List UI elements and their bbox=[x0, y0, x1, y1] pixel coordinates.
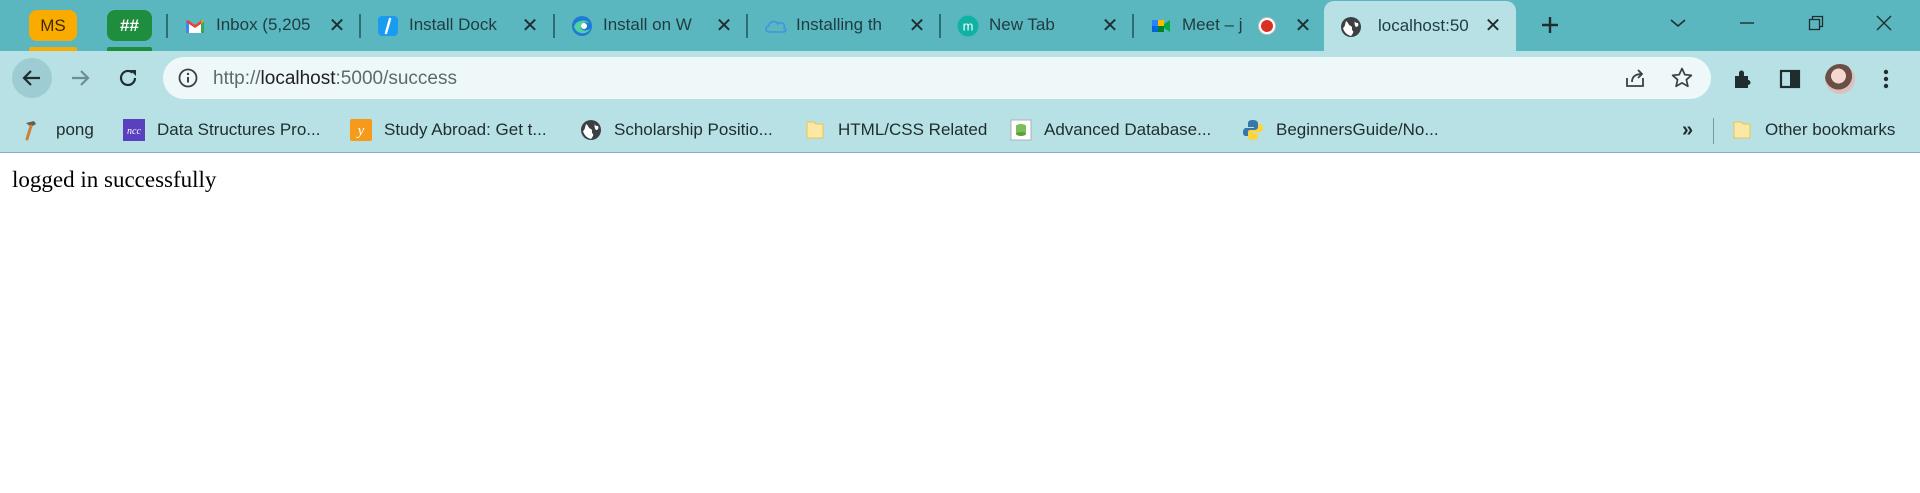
bookmark-star-icon[interactable] bbox=[1670, 66, 1694, 90]
folder-icon bbox=[804, 119, 826, 141]
bookmark-label: HTML/CSS Related bbox=[838, 120, 988, 139]
restore-icon[interactable] bbox=[1798, 8, 1834, 38]
bookmark-label: Data Structures Pro... bbox=[157, 120, 321, 139]
url-prefix: http:// bbox=[213, 68, 261, 89]
tab-group-hash[interactable]: ## bbox=[107, 10, 152, 41]
bookmark-data-structures[interactable]: ncc Data Structures Pro... bbox=[123, 107, 320, 153]
tab-separator bbox=[939, 14, 941, 38]
toolbar: http://localhost:5000/success bbox=[0, 51, 1920, 107]
globe-icon bbox=[580, 119, 602, 141]
forward-button[interactable] bbox=[60, 58, 100, 98]
tab-install-docker[interactable]: Install Dock ✕ bbox=[365, 0, 553, 51]
close-tab-icon[interactable]: ✕ bbox=[1098, 13, 1122, 37]
info-icon[interactable] bbox=[177, 67, 199, 89]
bookmarks-divider bbox=[1713, 118, 1714, 144]
hammer-icon bbox=[22, 119, 44, 141]
tab-group-label: MS bbox=[40, 15, 66, 35]
close-tab-icon[interactable]: ✕ bbox=[712, 13, 736, 37]
bookmarks-bar: pong ncc Data Structures Pro... y Study … bbox=[0, 107, 1920, 153]
close-tab-icon[interactable]: ✕ bbox=[518, 13, 542, 37]
bookmark-label: BeginnersGuide/No... bbox=[1276, 120, 1439, 139]
back-button[interactable] bbox=[12, 58, 52, 98]
page-content: logged in successfully bbox=[0, 154, 1920, 493]
edge-icon bbox=[571, 15, 593, 37]
bookmark-advanced-database[interactable]: Advanced Database... bbox=[1010, 107, 1211, 153]
close-tab-icon[interactable]: ✕ bbox=[1481, 13, 1505, 37]
bookmark-label: Scholarship Positio... bbox=[614, 120, 773, 139]
tab-installing[interactable]: Installing th ✕ bbox=[752, 0, 940, 51]
tab-localhost[interactable]: localhost:50 ✕ bbox=[1324, 1, 1516, 51]
tab-title: New Tab bbox=[989, 15, 1055, 34]
minimize-icon[interactable] bbox=[1729, 8, 1765, 38]
bookmark-label: Advanced Database... bbox=[1044, 120, 1212, 139]
menu-kebab-icon[interactable] bbox=[1872, 65, 1900, 93]
close-tab-icon[interactable]: ✕ bbox=[905, 13, 929, 37]
url-host: localhost bbox=[260, 68, 336, 89]
tab-title: Installing th bbox=[796, 15, 882, 34]
tab-separator bbox=[746, 14, 748, 38]
tab-title: Inbox (5,205 bbox=[216, 15, 311, 34]
bookmark-label: Study Abroad: Get t... bbox=[384, 120, 547, 139]
bookmark-other-bookmarks[interactable]: Other bookmarks bbox=[1731, 107, 1895, 153]
tab-search-icon[interactable] bbox=[1660, 8, 1696, 38]
bookmark-pong[interactable]: pong bbox=[22, 107, 94, 153]
recording-icon bbox=[1258, 17, 1276, 35]
tab-separator bbox=[359, 14, 361, 38]
side-panel-icon[interactable] bbox=[1776, 65, 1804, 93]
python-icon bbox=[1242, 119, 1264, 141]
close-window-icon[interactable] bbox=[1866, 8, 1902, 38]
tab-title: Meet – j bbox=[1182, 15, 1243, 34]
folder-icon bbox=[1731, 119, 1753, 141]
bookmarks-overflow-button[interactable]: » bbox=[1682, 119, 1693, 142]
tab-title: localhost:50 bbox=[1378, 16, 1469, 35]
address-bar[interactable]: http://localhost:5000/success bbox=[163, 57, 1711, 99]
arrow-right-icon bbox=[72, 70, 90, 86]
orange-logo-icon: y bbox=[350, 119, 372, 141]
bookmark-beginners-guide[interactable]: BeginnersGuide/No... bbox=[1242, 107, 1439, 153]
avatar[interactable] bbox=[1825, 64, 1855, 94]
svg-text:m: m bbox=[963, 19, 974, 34]
extensions-icon[interactable] bbox=[1729, 65, 1757, 93]
bookmark-scholarship[interactable]: Scholarship Positio... bbox=[580, 107, 773, 153]
m-icon: m bbox=[957, 15, 979, 37]
tab-group-ms[interactable]: MS bbox=[29, 10, 77, 41]
url-suffix: :5000/success bbox=[335, 68, 457, 89]
svg-text:y: y bbox=[356, 123, 365, 139]
tab-title: Install on W bbox=[603, 15, 692, 34]
gmail-icon bbox=[184, 15, 206, 37]
close-tab-icon[interactable]: ✕ bbox=[1291, 13, 1315, 37]
bookmark-folder-html-css[interactable]: HTML/CSS Related bbox=[804, 107, 987, 153]
docs-slash-icon bbox=[377, 15, 399, 37]
bookmark-label: Other bookmarks bbox=[1765, 120, 1896, 139]
url-text[interactable]: http://localhost:5000/success bbox=[213, 68, 457, 90]
tab-group-label: ## bbox=[120, 15, 139, 35]
purple-logo-icon: ncc bbox=[123, 119, 145, 141]
tab-strip: MS ## Inbox (5,205 ✕ Install Dock ✕ Inst… bbox=[0, 0, 1920, 51]
tab-separator bbox=[553, 14, 555, 38]
tab-inbox[interactable]: Inbox (5,205 ✕ bbox=[172, 0, 360, 51]
db-icon bbox=[1010, 119, 1032, 141]
tab-separator bbox=[166, 14, 168, 38]
tab-install-on-w[interactable]: Install on W ✕ bbox=[559, 0, 747, 51]
reload-icon bbox=[119, 69, 137, 87]
new-tab-button[interactable] bbox=[1535, 10, 1565, 40]
reload-button[interactable] bbox=[108, 58, 148, 98]
tab-meet[interactable]: Meet – j ✕ bbox=[1138, 0, 1326, 51]
cloud-icon bbox=[764, 15, 787, 37]
meet-icon bbox=[1150, 15, 1172, 37]
bookmark-study-abroad[interactable]: y Study Abroad: Get t... bbox=[350, 107, 547, 153]
close-tab-icon[interactable]: ✕ bbox=[325, 13, 349, 37]
tab-new-tab[interactable]: m New Tab ✕ bbox=[945, 0, 1133, 51]
tab-title: Install Dock bbox=[409, 15, 497, 34]
share-icon[interactable] bbox=[1623, 66, 1647, 90]
svg-text:ncc: ncc bbox=[127, 126, 141, 137]
globe-icon bbox=[1340, 16, 1362, 38]
success-message: logged in successfully bbox=[12, 167, 217, 192]
tab-separator bbox=[1132, 14, 1134, 38]
bookmark-label: pong bbox=[56, 120, 94, 139]
arrow-left-icon bbox=[22, 70, 40, 86]
